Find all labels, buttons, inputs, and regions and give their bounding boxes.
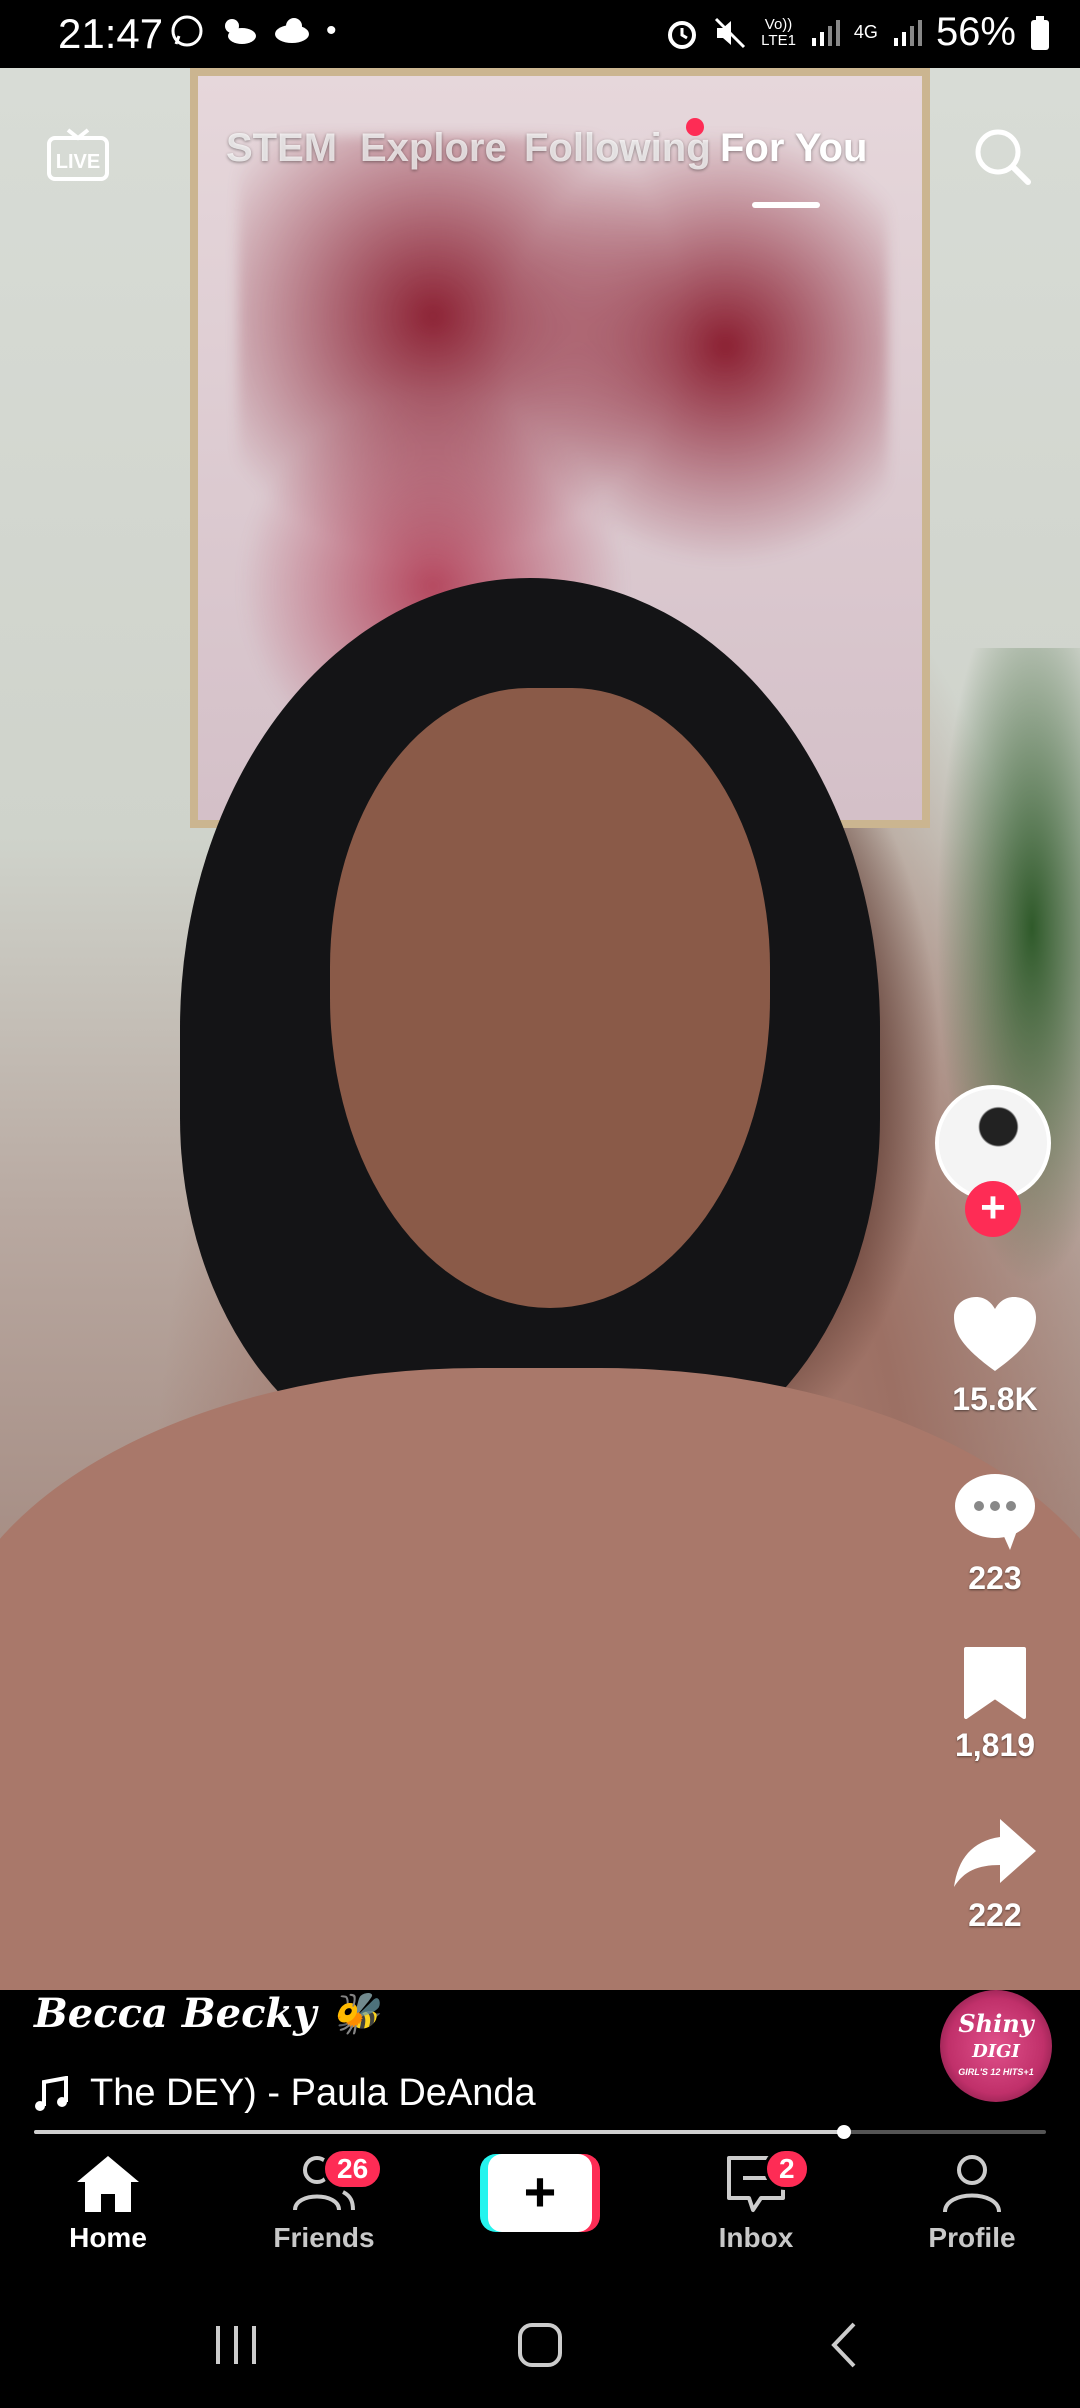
like-button[interactable]: 15.8K	[935, 1295, 1055, 1418]
home-nav-icon[interactable]	[512, 2320, 568, 2370]
notification-icons: •	[170, 14, 337, 48]
mute-icon	[715, 17, 746, 48]
comment-count: 223	[968, 1560, 1022, 1596]
signal-icon-2	[893, 19, 922, 46]
live-label: LIVE	[56, 151, 100, 173]
tab-stem[interactable]: STEM	[226, 126, 337, 171]
sound-disc[interactable]: Shiny DIGI GIRL'S 12 HITS+1	[940, 1990, 1052, 2102]
comment-icon	[955, 1474, 1035, 1550]
nav-home[interactable]: Home	[18, 2152, 198, 2254]
music-note-icon	[35, 2075, 68, 2111]
home-icon	[77, 2156, 139, 2212]
inbox-badge: 2	[764, 2148, 810, 2190]
alarm-icon	[668, 20, 697, 49]
bottom-nav: Home Friends 26 + Inbox 2 Profile	[0, 2140, 1080, 2280]
battery-percent: 56%	[935, 10, 1016, 54]
search-icon[interactable]	[970, 124, 1034, 188]
video-subject-body	[0, 1368, 1080, 1990]
network-label: Vo)) LTE1	[761, 15, 796, 49]
tab-for-you[interactable]: For You	[720, 126, 867, 171]
video-caption: Becca Becky 🐝 The DEY) - Paula DeAnda Sh…	[0, 1990, 1080, 2130]
tab-explore[interactable]: Explore	[360, 126, 507, 171]
profile-icon	[943, 2155, 1001, 2213]
live-icon[interactable]: LIVE	[46, 128, 110, 182]
dot-icon: •	[326, 14, 337, 47]
top-feed-nav: LIVE STEM Explore Following For You	[0, 110, 1080, 230]
nav-inbox[interactable]: Inbox 2	[666, 2148, 846, 2254]
android-nav-bar	[0, 2290, 1080, 2408]
cloud-icon	[275, 18, 309, 43]
save-button[interactable]: 1,819	[935, 1645, 1055, 1764]
video-progress-knob[interactable]	[836, 2125, 851, 2139]
share-button[interactable]: 222	[935, 1815, 1055, 1934]
back-icon[interactable]	[818, 2320, 874, 2370]
creator-username[interactable]: Becca Becky 🐝	[34, 1990, 380, 2037]
following-new-dot	[686, 118, 704, 136]
create-button[interactable]: +	[480, 2154, 600, 2232]
nav-profile[interactable]: Profile	[882, 2152, 1062, 2254]
share-count: 222	[968, 1897, 1022, 1933]
bookmark-icon	[964, 1647, 1026, 1719]
video-progress-fill	[34, 2130, 844, 2134]
music-title: The DEY) - Paula DeAnda	[90, 2072, 536, 2114]
follow-button[interactable]: +	[965, 1181, 1021, 1237]
background-plant	[920, 648, 1080, 1348]
nav-friends[interactable]: Friends 26	[234, 2148, 414, 2254]
active-tab-indicator	[752, 202, 820, 208]
video-progress-bar[interactable]	[34, 2125, 1046, 2139]
music-row[interactable]: The DEY) - Paula DeAnda	[34, 2072, 610, 2115]
battery-icon	[1031, 15, 1049, 50]
save-count: 1,819	[954, 1727, 1036, 1763]
video-subject-face	[330, 688, 770, 1308]
status-bar: 21:47 • Vo)) LTE1 4G 56%	[0, 0, 1080, 68]
comment-button[interactable]: 223	[935, 1470, 1055, 1597]
plus-icon: +	[488, 2154, 592, 2232]
system-icons: Vo)) LTE1 4G 56%	[665, 10, 1050, 55]
like-count: 15.8K	[952, 1381, 1038, 1417]
share-arrow-icon	[954, 1819, 1036, 1887]
whatsapp-icon	[171, 15, 203, 47]
recent-apps-icon[interactable]	[210, 2320, 266, 2370]
friends-badge: 26	[322, 2148, 384, 2190]
tab-following[interactable]: Following	[524, 126, 711, 171]
signal-icon	[811, 19, 840, 46]
weather-icon	[225, 19, 256, 44]
heart-icon	[954, 1297, 1036, 1371]
video-player[interactable]	[0, 68, 1080, 1990]
net-type: 4G	[853, 22, 878, 42]
status-time: 21:47	[58, 10, 164, 57]
